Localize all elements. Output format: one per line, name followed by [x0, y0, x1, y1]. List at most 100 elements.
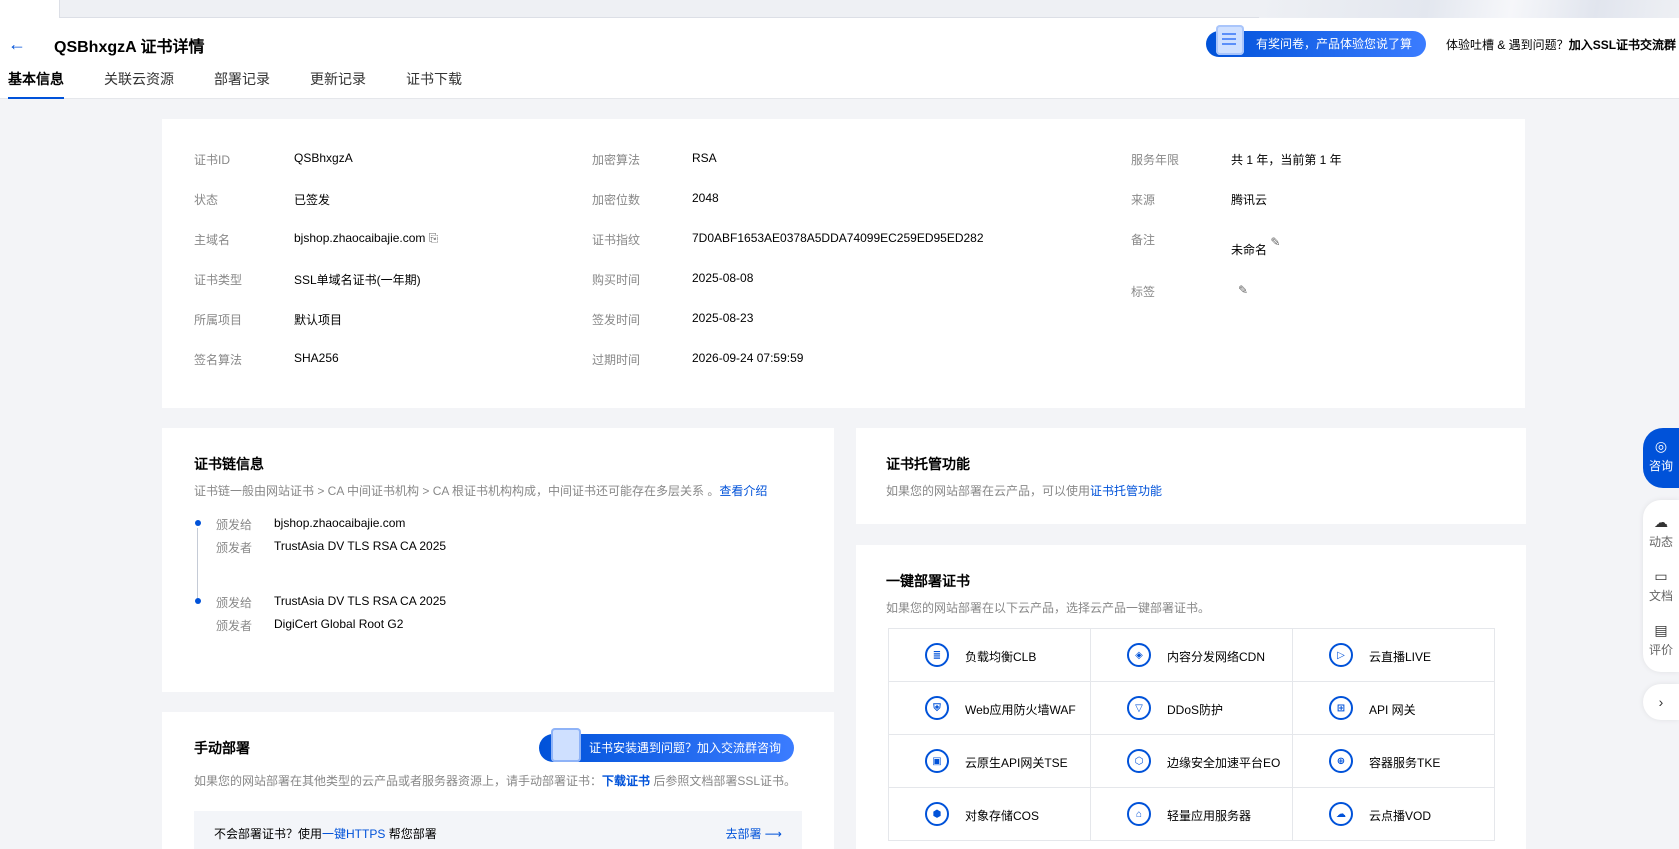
chain-issuer-value: TrustAsia DV TLS RSA CA 2025	[274, 539, 447, 553]
product-api-gateway[interactable]: ⊞ API 网关	[1293, 682, 1495, 735]
notice-pre: 不会部署证书？使用	[214, 827, 323, 841]
tag-label: 标签	[1131, 285, 1156, 299]
product-label: 对象存储COS	[965, 809, 1040, 823]
chain-desc: 证书链一般由网站证书 > CA 中间证书机构 > CA 根证书机构构成，中间证书…	[194, 482, 767, 499]
product-label: 云点播VOD	[1369, 809, 1432, 823]
sig-algo-label: 签名算法	[194, 353, 243, 367]
hosting-desc-pre: 如果您的网站部署在云产品，可以使用	[886, 484, 1091, 498]
key-size-value: 2048	[692, 191, 719, 205]
go-deploy-link[interactable]: 去部署 ⟶	[725, 825, 782, 842]
manual-desc: 如果您的网站部署在其他类型的云产品或者服务器资源上，请手动部署证书：下载证书 后…	[194, 772, 796, 789]
lighthouse-icon: ⌂	[1127, 802, 1151, 826]
status-value: 已签发	[294, 193, 331, 207]
product-cos[interactable]: ⬢ 对象存储COS	[889, 788, 1091, 841]
chain-line	[197, 528, 198, 598]
tab-deploy-records[interactable]: 部署记录	[214, 69, 270, 99]
product-label: 轻量应用服务器	[1167, 809, 1252, 823]
project-value: 默认项目	[294, 313, 343, 327]
hosting-link[interactable]: 证书托管功能	[1090, 484, 1162, 498]
feedback-prefix: 体验吐槽 & 遇到问题？	[1446, 38, 1569, 52]
product-label: API 网关	[1369, 703, 1416, 717]
headset-icon: ◎	[1654, 438, 1668, 454]
product-label: 容器服务TKE	[1369, 756, 1441, 770]
waf-icon: ⛨	[925, 696, 949, 720]
copy-icon[interactable]: ⎘	[429, 231, 439, 245]
project-label: 所属项目	[194, 313, 243, 327]
product-label: 边缘安全加速平台EO	[1167, 756, 1281, 770]
expire-time-value: 2026-09-24 07:59:59	[692, 351, 804, 365]
tab-basic-info[interactable]: 基本信息	[8, 69, 64, 99]
hosting-desc: 如果您的网站部署在云产品，可以使用证书托管功能	[886, 482, 1162, 499]
service-years-value: 共 1 年，当前第 1 年	[1231, 153, 1342, 167]
join-group-button[interactable]: 证书安装遇到问题？加入交流群咨询	[539, 728, 794, 762]
arrow-left-icon[interactable]: ←	[8, 32, 32, 56]
source-label: 来源	[1131, 193, 1156, 207]
survey-doc-icon	[1216, 25, 1244, 55]
product-grid: ≣ 负载均衡CLB ◈ 内容分发网络CDN ▷ 云直播LIVE ⛨ Web应用防火墙WA…	[888, 628, 1495, 841]
enc-algo-value: RSA	[692, 151, 717, 165]
product-vod[interactable]: ☁ 云点播VOD	[1293, 788, 1495, 841]
one-click-https-link[interactable]: 一键HTTPS	[322, 827, 385, 841]
ddos-icon: ▽	[1127, 696, 1151, 720]
issue-time-label: 签发时间	[592, 313, 641, 327]
comment-icon: ▤	[1654, 622, 1668, 638]
product-edgeone[interactable]: ⬡ 边缘安全加速平台EO	[1091, 735, 1293, 788]
source-value: 腾讯云	[1231, 193, 1268, 207]
download-cert-link[interactable]: 下载证书	[602, 774, 650, 788]
survey-button[interactable]: 有奖问卷，产品体验您说了算	[1206, 25, 1426, 57]
fingerprint-value: 7D0ABF1653AE0378A5DDA74099EC259ED95ED282	[692, 231, 984, 245]
chain-desc-text: 证书链一般由网站证书 > CA 中间证书机构 > CA 根证书机构构成，中间证书…	[194, 484, 720, 498]
product-live[interactable]: ▷ 云直播LIVE	[1293, 629, 1495, 682]
fingerprint-label: 证书指纹	[592, 233, 641, 247]
cert-type-value: SSL单域名证书(一年期)	[294, 273, 421, 287]
service-years-label: 服务年限	[1131, 153, 1180, 167]
help-doc-icon	[551, 728, 581, 762]
edit-tag-icon[interactable]: ✎	[1238, 283, 1248, 297]
edgeone-icon: ⬡	[1127, 749, 1151, 773]
edit-remark-icon[interactable]: ✎	[1270, 235, 1280, 249]
feedback-link[interactable]: 加入SSL证书交流群	[1569, 38, 1676, 52]
product-label: 云直播LIVE	[1369, 650, 1432, 664]
tab-update-records[interactable]: 更新记录	[310, 69, 366, 99]
remark-text: 未命名	[1231, 243, 1268, 257]
deploy-desc: 如果您的网站部署在以下云产品，选择云产品一键部署证书。	[886, 601, 1211, 615]
chain-intro-link[interactable]: 查看介绍	[719, 484, 767, 498]
cert-chain-card: 证书链信息 证书链一般由网站证书 > CA 中间证书机构 > CA 根证书机构构…	[162, 428, 834, 692]
product-lighthouse[interactable]: ⌂ 轻量应用服务器	[1091, 788, 1293, 841]
feedback-text: 体验吐槽 & 遇到问题？加入SSL证书交流群	[1446, 36, 1676, 53]
chain-dot	[195, 520, 201, 526]
product-label: 内容分发网络CDN	[1167, 650, 1265, 664]
cert-id-label: 证书ID	[194, 153, 231, 167]
product-tke[interactable]: ⊕ 容器服务TKE	[1293, 735, 1495, 788]
purchase-time-value: 2025-08-08	[692, 271, 754, 285]
product-waf[interactable]: ⛨ Web应用防火墙WAF	[889, 682, 1091, 735]
top-tab[interactable]	[0, 0, 60, 18]
product-tse[interactable]: ▣ 云原生API网关TSE	[889, 735, 1091, 788]
tse-icon: ▣	[925, 749, 949, 773]
key-size-label: 加密位数	[592, 193, 641, 207]
product-cdn[interactable]: ◈ 内容分发网络CDN	[1091, 629, 1293, 682]
enc-algo-label: 加密算法	[592, 153, 641, 167]
product-label: DDoS防护	[1167, 703, 1224, 717]
domain-text: bjshop.zhaocaibajie.com	[294, 231, 426, 245]
one-click-deploy-card: 一键部署证书 如果您的网站部署在以下云产品，选择云产品一键部署证书。 ≣ 负载均衡…	[856, 545, 1526, 849]
sig-algo-value: SHA256	[294, 351, 339, 365]
news-icon: ☁	[1654, 514, 1668, 530]
sidebar-item-rate[interactable]: ▤ 评价	[1643, 622, 1679, 658]
cos-icon: ⬢	[925, 802, 949, 826]
manual-desc-post: 后参照文档部署SSL证书。	[653, 774, 797, 788]
tab-related-resources[interactable]: 关联云资源	[104, 69, 174, 99]
vod-icon: ☁	[1329, 802, 1353, 826]
chain-issued-to-value: TrustAsia DV TLS RSA CA 2025	[274, 594, 447, 608]
chevron-right-icon[interactable]: ›	[1643, 684, 1679, 720]
tab-bar: 基本信息 关联云资源 部署记录 更新记录 证书下载	[8, 69, 502, 99]
consult-button[interactable]: ◎ 咨询	[1643, 428, 1679, 488]
sidebar-item-docs[interactable]: ▭ 文档	[1643, 568, 1679, 604]
manual-deploy-card: 手动部署 证书安装遇到问题？加入交流群咨询 如果您的网站部署在其他类型的云产品或…	[162, 712, 834, 849]
chain-issued-to-label: 颁发给	[216, 518, 253, 532]
domain-value: bjshop.zhaocaibajie.com ⎘	[294, 231, 438, 246]
product-ddos[interactable]: ▽ DDoS防护	[1091, 682, 1293, 735]
sidebar-item-news[interactable]: ☁ 动态	[1643, 514, 1679, 550]
product-clb[interactable]: ≣ 负载均衡CLB	[889, 629, 1091, 682]
tab-cert-download[interactable]: 证书下载	[406, 69, 462, 99]
